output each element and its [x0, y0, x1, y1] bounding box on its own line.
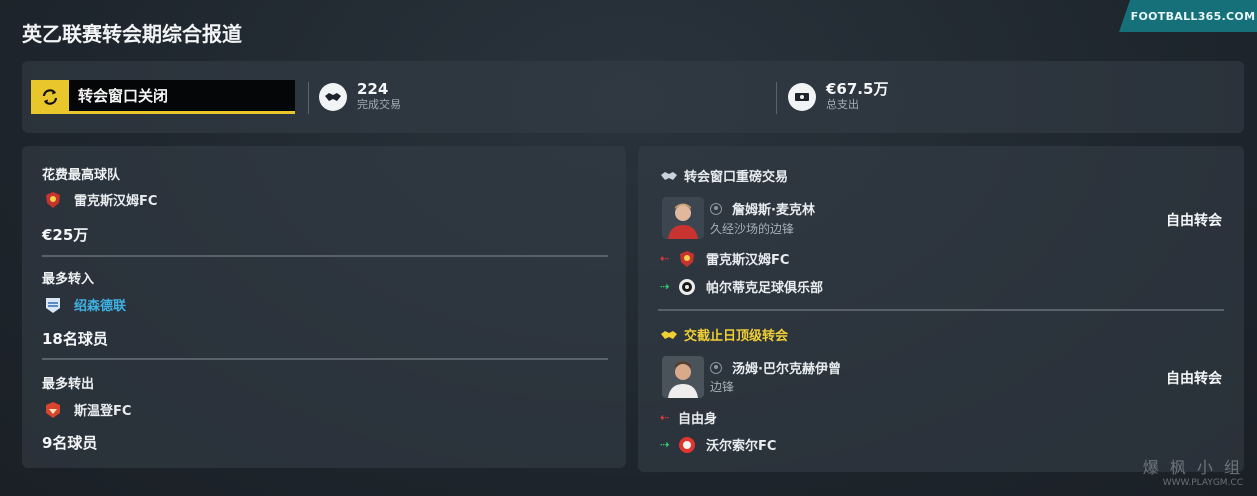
club-name: 斯温登FC [74, 404, 132, 419]
transfer-fee: 自由转会 [1166, 371, 1222, 387]
divider [42, 358, 608, 360]
club-crest-icon [679, 436, 695, 453]
to-club-row[interactable]: ⇢ 帕尔蒂克足球俱乐部 [660, 277, 823, 296]
spend-total: €67.5万 [826, 80, 889, 98]
player-photo[interactable] [662, 356, 704, 398]
player-name[interactable]: 詹姆斯·麦克林 [710, 199, 815, 218]
spend-caption: 总支出 [826, 98, 859, 111]
arrow-left-icon: ⇠ [660, 252, 670, 265]
arrow-right-icon: ⇢ [660, 280, 670, 293]
summary-bar: 转会窗口关闭 224 完成交易 €67.5万 总支出 [22, 61, 1244, 133]
arrow-left-icon: ⇠ [660, 411, 670, 424]
top-spender-club[interactable]: 雷克斯汉姆FC [44, 190, 157, 209]
refresh-icon [31, 80, 69, 114]
deals-stat: 224 完成交易 [319, 81, 401, 113]
transfer-fee: 自由转会 [1166, 213, 1222, 229]
most-in-club[interactable]: 绍森德联 [44, 295, 126, 314]
to-club-row[interactable]: ⇢ 沃尔索尔FC [660, 435, 776, 454]
most-out-club[interactable]: 斯温登FC [44, 400, 131, 419]
transfers-panel: 转会窗口重磅交易 詹姆斯·麦克林 久经沙场的边锋 自由转会 ⇠ 雷克斯汉姆FC … [638, 146, 1244, 472]
club-crest-icon [46, 191, 60, 208]
most-in-label: 最多转入 [42, 272, 95, 287]
club-name: 雷克斯汉姆FC [74, 194, 158, 209]
handshake-icon [661, 171, 677, 180]
deals-count: 224 [357, 80, 389, 98]
big-deal-heading: 转会窗口重磅交易 [660, 166, 788, 185]
most-in-value: 18名球员 [42, 330, 108, 348]
spend-stat: €67.5万 总支出 [788, 81, 888, 113]
person-icon [710, 202, 722, 215]
person-icon [710, 361, 722, 374]
brand-logo: FOOTBALL365.COM [1119, 0, 1257, 32]
club-crest-icon [46, 401, 60, 418]
club-stats-panel: 花费最高球队 雷克斯汉姆FC €25万 最多转入 绍森德联 18名球员 最多转出… [22, 146, 626, 468]
club-name[interactable]: 绍森德联 [74, 295, 126, 314]
player-role: 边锋 [710, 380, 735, 394]
arrow-right-icon: ⇢ [660, 438, 670, 451]
page-title: 英乙联赛转会期综合报道 [22, 22, 242, 46]
most-out-label: 最多转出 [42, 377, 95, 392]
divider [308, 82, 309, 114]
club-crest-icon [46, 297, 60, 313]
handshake-icon [661, 330, 677, 339]
most-out-value: 9名球员 [42, 434, 98, 452]
from-club-row[interactable]: ⇠ 雷克斯汉姆FC [660, 249, 789, 268]
handshake-icon [319, 83, 347, 111]
deadline-deal-heading: 交截止日顶级转会 [660, 325, 788, 344]
from-club-row: ⇠ 自由身 [660, 411, 718, 427]
divider [776, 82, 777, 114]
divider [658, 309, 1224, 311]
player-name[interactable]: 汤姆·巴尔克赫伊曾 [710, 358, 841, 377]
player-photo[interactable] [662, 197, 704, 239]
player-role: 久经沙场的边锋 [710, 222, 795, 236]
top-spender-label: 花费最高球队 [42, 168, 121, 183]
club-crest-icon [680, 250, 694, 267]
watermark: 爆 枫 小 组 WWW.PLAYGM.CC [1142, 458, 1243, 488]
window-status-label: 转会窗口关闭 [69, 80, 295, 114]
cash-icon [788, 83, 816, 111]
top-spender-value: €25万 [42, 226, 89, 244]
deals-caption: 完成交易 [357, 98, 401, 111]
window-status: 转会窗口关闭 [31, 80, 295, 114]
club-crest-icon [679, 278, 695, 295]
divider [42, 255, 608, 257]
